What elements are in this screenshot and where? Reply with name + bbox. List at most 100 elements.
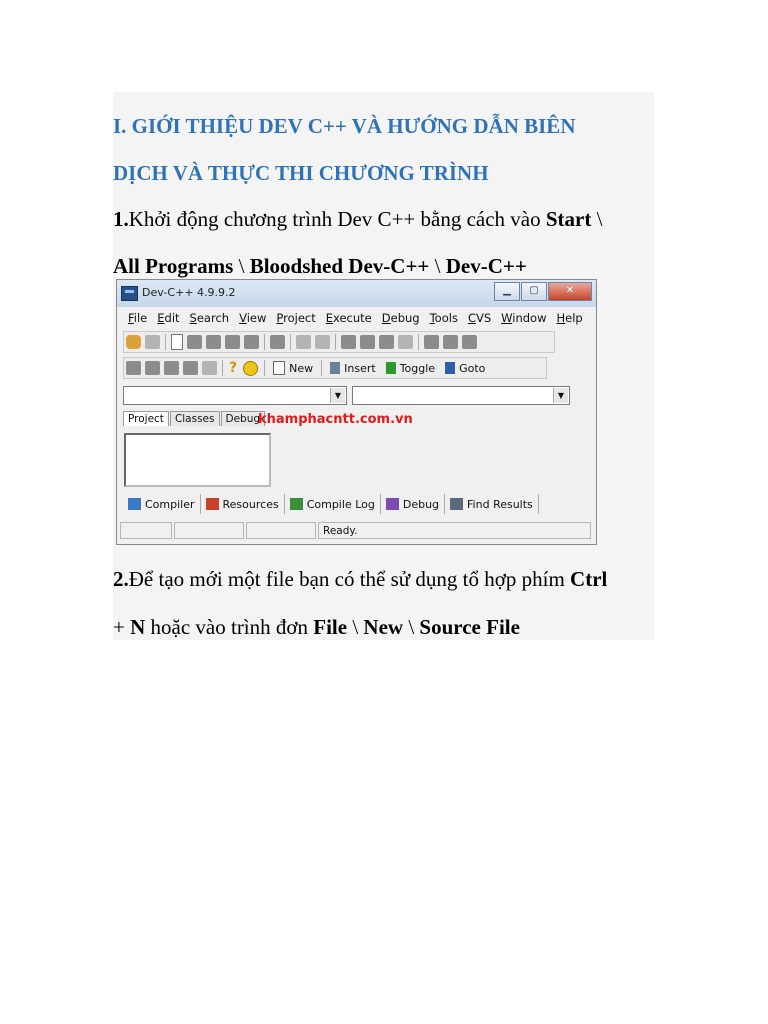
new-file-icon[interactable] bbox=[171, 334, 183, 350]
print-icon[interactable] bbox=[270, 335, 285, 349]
chevron-down-icon[interactable]: ▼ bbox=[330, 388, 345, 403]
step-2-separator-2: \ bbox=[403, 615, 420, 639]
toolbar-separator bbox=[264, 334, 265, 350]
step-2-line-1: 2.Để tạo mới một file bạn có thể sử dụng… bbox=[113, 567, 607, 592]
find-results-label: Find Results bbox=[467, 497, 533, 511]
replace-icon[interactable] bbox=[360, 335, 375, 349]
compile-log-label: Compile Log bbox=[306, 497, 375, 511]
status-cell-lines bbox=[246, 522, 316, 539]
tab-debug-output[interactable]: Debug bbox=[381, 494, 446, 514]
window-titlebar[interactable]: Dev-C++ 4.9.9.2 ▁ ▢ ✕ bbox=[117, 280, 596, 307]
debug-check-icon bbox=[385, 498, 399, 510]
menu-project[interactable]: Project bbox=[271, 311, 320, 325]
compile-toolbar: ? New Insert Toggle Goto bbox=[123, 357, 547, 379]
menu-window[interactable]: Window bbox=[496, 311, 551, 325]
rebuild-icon[interactable] bbox=[183, 361, 198, 375]
tab-compiler[interactable]: Compiler bbox=[123, 494, 201, 514]
debug-label: Debug bbox=[402, 497, 440, 511]
menu-edit[interactable]: Edit bbox=[152, 311, 184, 325]
tab-compile-log[interactable]: Compile Log bbox=[285, 494, 381, 514]
about-smiley-icon[interactable] bbox=[243, 360, 259, 376]
project-panel[interactable] bbox=[124, 433, 271, 487]
find-icon[interactable] bbox=[341, 335, 356, 349]
brush-icon[interactable] bbox=[145, 335, 160, 349]
goto-line-icon[interactable] bbox=[398, 335, 413, 349]
tab-find-results[interactable]: Find Results bbox=[445, 494, 539, 514]
goto-label: Goto bbox=[459, 361, 486, 375]
open-file-icon[interactable] bbox=[187, 335, 202, 349]
status-bar: Ready. bbox=[120, 522, 593, 540]
step-2-ctrl: Ctrl bbox=[570, 567, 608, 591]
watermark-text: khamphacntt.com.vn bbox=[258, 412, 413, 427]
toolbar-separator bbox=[222, 360, 223, 376]
project-options-icon[interactable] bbox=[462, 335, 477, 349]
status-cell-mode bbox=[174, 522, 244, 539]
step-1-devcpp: Dev-C++ bbox=[445, 254, 527, 278]
class-combo[interactable]: ▼ bbox=[123, 386, 347, 405]
maximize-button[interactable]: ▢ bbox=[521, 282, 547, 301]
resources-icon bbox=[205, 498, 219, 510]
minimize-button[interactable]: ▁ bbox=[494, 282, 520, 301]
devcpp-window-screenshot: Dev-C++ 4.9.9.2 ▁ ▢ ✕ File Edit Search V… bbox=[116, 279, 597, 545]
compile-icon[interactable] bbox=[126, 361, 141, 375]
step-1-all-programs: All Programs bbox=[113, 254, 234, 278]
help-icon[interactable]: ? bbox=[229, 360, 237, 376]
new-icon bbox=[273, 361, 286, 375]
member-combo[interactable]: ▼ bbox=[352, 386, 570, 405]
menu-tools[interactable]: Tools bbox=[425, 311, 463, 325]
menu-help[interactable]: Help bbox=[552, 311, 588, 325]
toolbar-separator bbox=[165, 334, 166, 350]
menu-search[interactable]: Search bbox=[185, 311, 235, 325]
toolbar-separator bbox=[335, 334, 336, 350]
find-next-icon[interactable] bbox=[379, 335, 394, 349]
new-button[interactable]: New bbox=[268, 359, 318, 377]
save-all-icon[interactable] bbox=[225, 335, 240, 349]
close-file-icon[interactable] bbox=[244, 335, 259, 349]
toggle-icon bbox=[385, 362, 396, 374]
insert-button[interactable]: Insert bbox=[325, 359, 381, 377]
step-2-n: N bbox=[130, 615, 146, 639]
menu-execute[interactable]: Execute bbox=[321, 311, 377, 325]
menu-file[interactable]: File bbox=[123, 311, 152, 325]
chevron-down-icon[interactable]: ▼ bbox=[553, 388, 568, 403]
toolbar-separator bbox=[264, 360, 266, 376]
status-cell-position bbox=[120, 522, 172, 539]
undo-icon[interactable] bbox=[296, 335, 311, 349]
step-2-separator-1: \ bbox=[347, 615, 364, 639]
find-results-icon bbox=[450, 498, 464, 510]
resources-label: Resources bbox=[222, 497, 279, 511]
remove-from-project-icon[interactable] bbox=[443, 335, 458, 349]
step-1-line-2: All Programs \ Bloodshed Dev-C++ \ Dev-C… bbox=[113, 254, 527, 279]
step-1-separator-3: \ bbox=[429, 254, 446, 278]
devcpp-app-icon bbox=[121, 286, 138, 301]
step-2-plus: + bbox=[113, 615, 131, 639]
step-1-text: Khởi động chương trình Dev C++ bằng cách… bbox=[128, 207, 546, 231]
compiler-label: Compiler bbox=[145, 497, 195, 511]
goto-button[interactable]: Goto bbox=[440, 359, 490, 377]
check-icon[interactable] bbox=[202, 361, 217, 375]
menu-cvs[interactable]: CVS bbox=[463, 311, 496, 325]
toolbar-separator bbox=[321, 360, 323, 376]
tab-resources[interactable]: Resources bbox=[201, 494, 285, 514]
insert-icon bbox=[330, 362, 341, 374]
new-label: New bbox=[289, 361, 314, 375]
step-1-start: Start bbox=[545, 207, 592, 231]
section-heading-line-2: DỊCH VÀ THỰC THI CHƯƠNG TRÌNH bbox=[113, 161, 489, 185]
close-button[interactable]: ✕ bbox=[548, 282, 592, 301]
run-icon[interactable] bbox=[145, 361, 160, 375]
step-2-text: Để tạo mới một file bạn có thể sử dụng t… bbox=[128, 567, 571, 591]
compile-run-icon[interactable] bbox=[164, 361, 179, 375]
tab-project[interactable]: Project bbox=[123, 411, 169, 426]
menu-view[interactable]: View bbox=[234, 311, 271, 325]
compile-log-icon bbox=[289, 498, 303, 510]
toggle-button[interactable]: Toggle bbox=[381, 359, 440, 377]
menu-debug[interactable]: Debug bbox=[377, 311, 425, 325]
status-text: Ready. bbox=[318, 522, 591, 539]
add-to-project-icon[interactable] bbox=[424, 335, 439, 349]
step-2-text-2: hoặc vào trình đơn bbox=[145, 615, 314, 639]
save-icon[interactable] bbox=[206, 335, 221, 349]
shield-icon[interactable] bbox=[126, 335, 141, 349]
tab-classes[interactable]: Classes bbox=[169, 411, 220, 426]
redo-icon[interactable] bbox=[315, 335, 330, 349]
step-2-file: File bbox=[313, 615, 348, 639]
